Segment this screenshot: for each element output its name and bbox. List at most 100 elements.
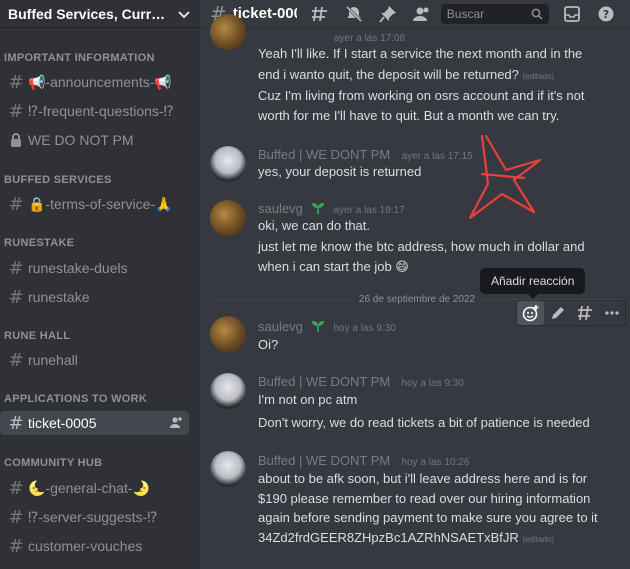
avatar[interactable]: [210, 146, 246, 182]
channel-server-suggests[interactable]: # ⁉-server-suggests-⁉: [0, 505, 190, 529]
avatar[interactable]: [210, 14, 246, 50]
channel-frequent-questions[interactable]: # ⁉-frequent-questions-⁉: [0, 99, 190, 123]
members-icon[interactable]: [411, 3, 433, 25]
message-timestamp: hoy a las 10:26: [401, 457, 470, 468]
channel-label: runehall: [28, 352, 78, 368]
sprout-badge-icon: [312, 321, 325, 332]
channel-terms-of-service[interactable]: # 🔒-terms-of-service-🙏: [0, 192, 190, 216]
channel-general-chat[interactable]: # 🌜-general-chat-🌛: [0, 476, 190, 500]
channel-label: ⁉-frequent-questions-⁉: [28, 102, 174, 119]
message-header: Buffed | WE DONT PM ayer a las 17:15: [258, 147, 473, 162]
message-line: Yeah I'll like. If I start a service the…: [258, 46, 583, 61]
message-timestamp: ayer a las 19:17: [333, 205, 405, 216]
edited-label: (editado): [522, 72, 555, 81]
channel-runestake[interactable]: # runestake: [0, 285, 190, 309]
message-line: Cuz I'm living from working on osrs acco…: [258, 88, 585, 103]
message-header: Buffed | WE DONT PM hoy a las 9:30: [258, 374, 464, 389]
author-name[interactable]: saulevg: [258, 201, 303, 216]
channel-customer-vouches[interactable]: # customer-vouches: [0, 534, 190, 558]
add-member-icon[interactable]: [169, 416, 183, 430]
lock-icon: [6, 133, 26, 147]
text-channel-icon: #: [8, 100, 24, 122]
channel-header: # ticket-0005 Buscar ?: [200, 0, 630, 28]
channel-label: ⁉-server-suggests-⁉: [28, 508, 158, 525]
more-options-button[interactable]: [598, 301, 625, 325]
message-line: when i can start the job 😄: [258, 259, 409, 274]
text-channel-icon: #: [8, 477, 24, 499]
date-divider-label: 26 de septiembre de 2022: [358, 293, 476, 305]
pin-icon[interactable]: [377, 3, 399, 25]
author-name[interactable]: Buffed | WE DONT PM: [258, 453, 390, 468]
text-channel-icon: #: [8, 506, 24, 528]
text-channel-icon: #: [8, 349, 24, 371]
add-reaction-button[interactable]: [517, 301, 544, 325]
channel-we-do-not-pm[interactable]: WE DO NOT PM: [0, 128, 190, 152]
message-actions-toolbar: [516, 300, 626, 326]
server-header[interactable]: Buffed Services, Currenc...: [0, 0, 200, 28]
avatar[interactable]: [210, 373, 246, 409]
create-thread-button[interactable]: [571, 301, 598, 325]
channel-ticket-0005[interactable]: # ticket-0005: [0, 411, 189, 435]
message-line: Don't worry, we do read tickets a bit of…: [258, 415, 590, 430]
category-applications-to-work[interactable]: APPLICATIONS TO WORK: [0, 393, 151, 405]
message-list: ayer a las 17:08 Yeah I'll like. If I st…: [200, 14, 630, 569]
channel-runestake-duels[interactable]: # runestake-duels: [0, 256, 190, 280]
category-runestake[interactable]: RUNESTAKE: [0, 237, 78, 249]
channel-title: ticket-0005: [232, 5, 297, 22]
channel-label: ticket-0005: [28, 415, 97, 431]
add-reaction-tooltip: Añadir reacción: [480, 268, 586, 299]
category-important-information[interactable]: IMPORTANT INFORMATION: [0, 52, 159, 64]
text-channel-icon: #: [8, 71, 24, 93]
message-timestamp: hoy a las 9:30: [333, 323, 396, 334]
inbox-icon[interactable]: [561, 3, 583, 25]
mute-notifications-icon[interactable]: [343, 3, 365, 25]
message-line: I'm not on pc atm: [258, 392, 358, 407]
channel-label: runestake: [28, 289, 90, 305]
message-line: oki, we can do that.: [258, 218, 371, 233]
search-icon: [531, 8, 543, 20]
threads-icon[interactable]: [309, 3, 331, 25]
channel-label: 🌜-general-chat-🌛: [28, 479, 151, 496]
channel-announcements[interactable]: # 📢-announcements-📢: [0, 70, 190, 94]
ellipsis-icon: [604, 311, 619, 315]
message-timestamp: hoy a las 9:30: [401, 378, 464, 389]
message-line: 34Zd2frdGEER8ZHpzBc1AZRhNSAETxBfJR (edit…: [258, 530, 555, 545]
server-name: Buffed Services, Currenc...: [8, 5, 170, 22]
message-timestamp: ayer a las 17:08: [334, 33, 406, 44]
channel-label: customer-vouches: [28, 538, 143, 554]
svg-text:?: ?: [603, 8, 609, 21]
help-icon[interactable]: ?: [595, 3, 617, 25]
red-star-annotation: [468, 134, 542, 220]
message-header: saulevg ayer a las 19:17: [258, 201, 405, 216]
text-channel-icon: #: [8, 412, 24, 434]
message-line: Oi?: [258, 337, 279, 352]
add-reaction-icon: [522, 305, 538, 322]
sprout-badge-icon: [312, 203, 325, 214]
message-line: $190 please remember to read over our hi…: [258, 491, 591, 506]
text-channel-icon: #: [8, 535, 24, 557]
message-line: yes, your deposit is returned: [258, 164, 422, 179]
avatar[interactable]: [210, 200, 246, 236]
message-header: Buffed | WE DONT PM hoy a las 10:26: [258, 453, 469, 468]
category-community-hub[interactable]: COMMUNITY HUB: [0, 457, 106, 469]
pencil-icon: [551, 307, 564, 319]
message-line: end i wanto quit, the deposit will be re…: [258, 67, 555, 82]
avatar[interactable]: [210, 451, 246, 487]
message-header: saulevg hoy a las 9:30: [258, 319, 396, 334]
edited-label: (editado): [522, 535, 555, 544]
message-line: worth for me I'll have to quit. But a mo…: [258, 108, 560, 123]
chevron-down-icon: [178, 10, 190, 18]
thread-icon: [577, 305, 592, 321]
edit-button[interactable]: [544, 301, 571, 325]
channel-runehall[interactable]: # runehall: [0, 348, 190, 372]
message-line: about to be afk soon, but i'll leave add…: [258, 471, 588, 486]
author-name[interactable]: saulevg: [258, 319, 303, 334]
text-channel-icon: #: [8, 193, 24, 215]
author-name[interactable]: Buffed | WE DONT PM: [258, 374, 390, 389]
author-name[interactable]: Buffed | WE DONT PM: [258, 147, 390, 162]
search-input[interactable]: Buscar: [440, 3, 549, 24]
avatar[interactable]: [210, 316, 246, 352]
message-line: just let me know the btc address, how mu…: [258, 239, 585, 254]
category-rune-hall[interactable]: RUNE HALL: [0, 330, 74, 342]
category-buffed-services[interactable]: BUFFED SERVICES: [0, 174, 116, 186]
